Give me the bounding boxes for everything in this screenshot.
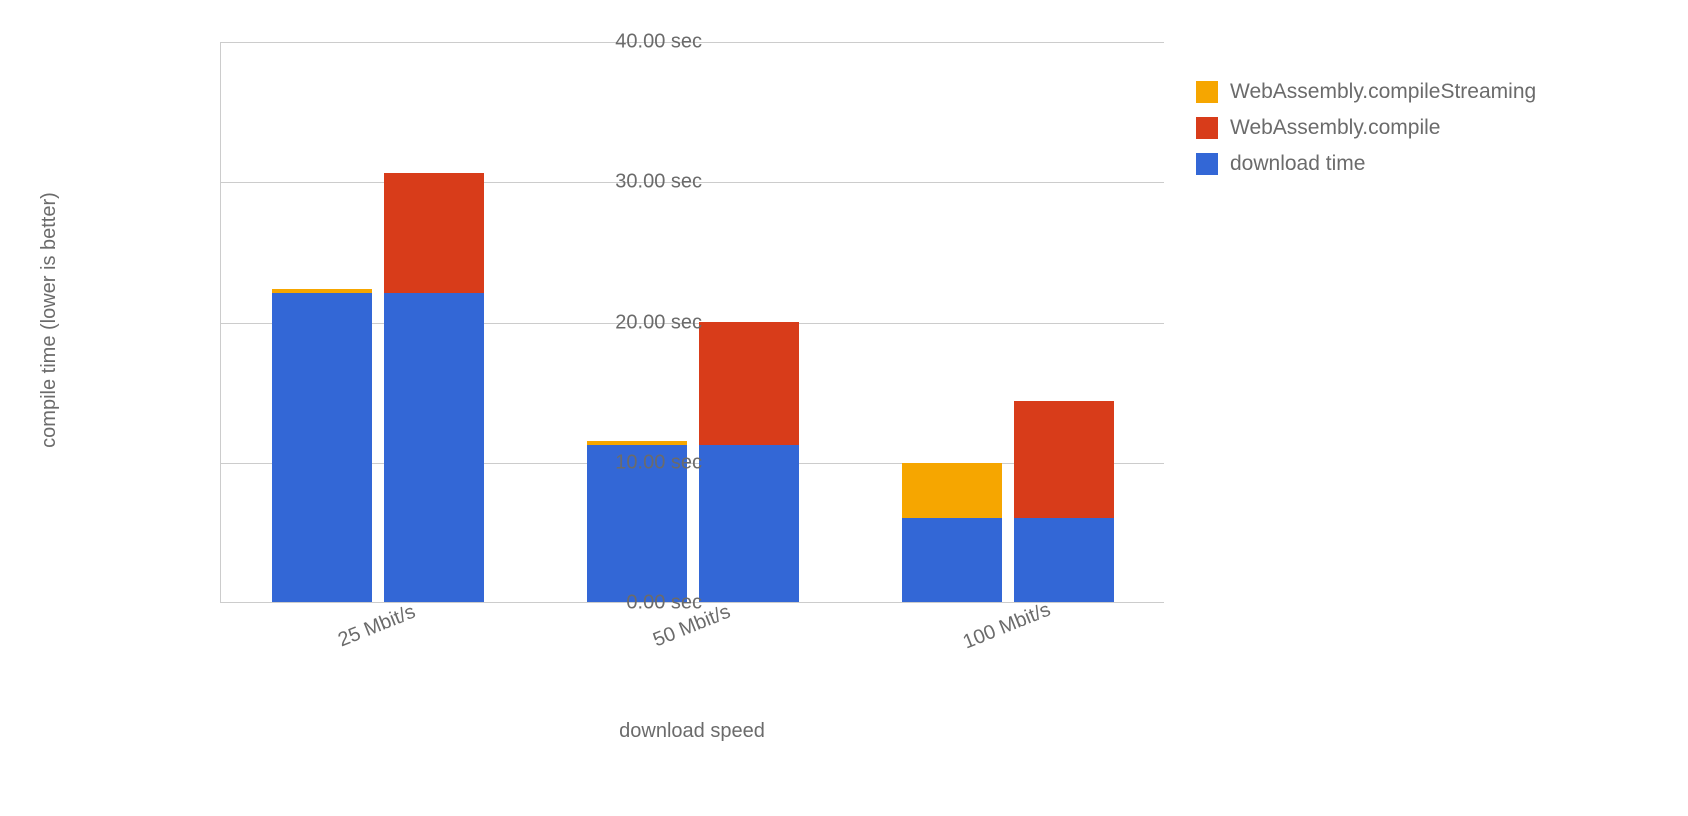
bar-segment bbox=[699, 445, 799, 602]
y-axis-title: compile time (lower is better) bbox=[38, 192, 61, 448]
bar-segment bbox=[699, 322, 799, 445]
y-tick-label: 30.00 sec bbox=[582, 171, 702, 194]
x-tick-label: 100 Mbit/s bbox=[947, 593, 1067, 659]
y-tick-label: 40.00 sec bbox=[582, 31, 702, 54]
y-tick-label: 20.00 sec bbox=[582, 311, 702, 334]
legend-label: download time bbox=[1230, 152, 1365, 176]
legend-item: WebAssembly.compile bbox=[1196, 116, 1536, 140]
x-tick-label: 25 Mbit/s bbox=[317, 593, 437, 659]
chart-container: compile time (lower is better) 0.00 sec1… bbox=[58, 20, 1658, 800]
bar-segment bbox=[384, 173, 484, 294]
bar-segment bbox=[1014, 401, 1114, 517]
bar-segment bbox=[272, 289, 372, 293]
bar-segment bbox=[587, 441, 687, 445]
y-tick-label: 10.00 sec bbox=[582, 451, 702, 474]
legend-item: download time bbox=[1196, 152, 1536, 176]
legend-swatch bbox=[1196, 81, 1218, 103]
legend-label: WebAssembly.compileStreaming bbox=[1230, 80, 1536, 104]
legend-swatch bbox=[1196, 117, 1218, 139]
bar-segment bbox=[1014, 518, 1114, 602]
legend-swatch bbox=[1196, 153, 1218, 175]
bar-segment bbox=[272, 293, 372, 602]
bar-segment bbox=[902, 518, 1002, 602]
bar-segment bbox=[384, 293, 484, 602]
bar-segment bbox=[902, 463, 1002, 518]
legend: WebAssembly.compileStreaming WebAssembly.… bbox=[1196, 80, 1536, 188]
x-axis-title: download speed bbox=[220, 720, 1164, 743]
legend-item: WebAssembly.compileStreaming bbox=[1196, 80, 1536, 104]
legend-label: WebAssembly.compile bbox=[1230, 116, 1440, 140]
y-tick-label: 0.00 sec bbox=[582, 592, 702, 615]
